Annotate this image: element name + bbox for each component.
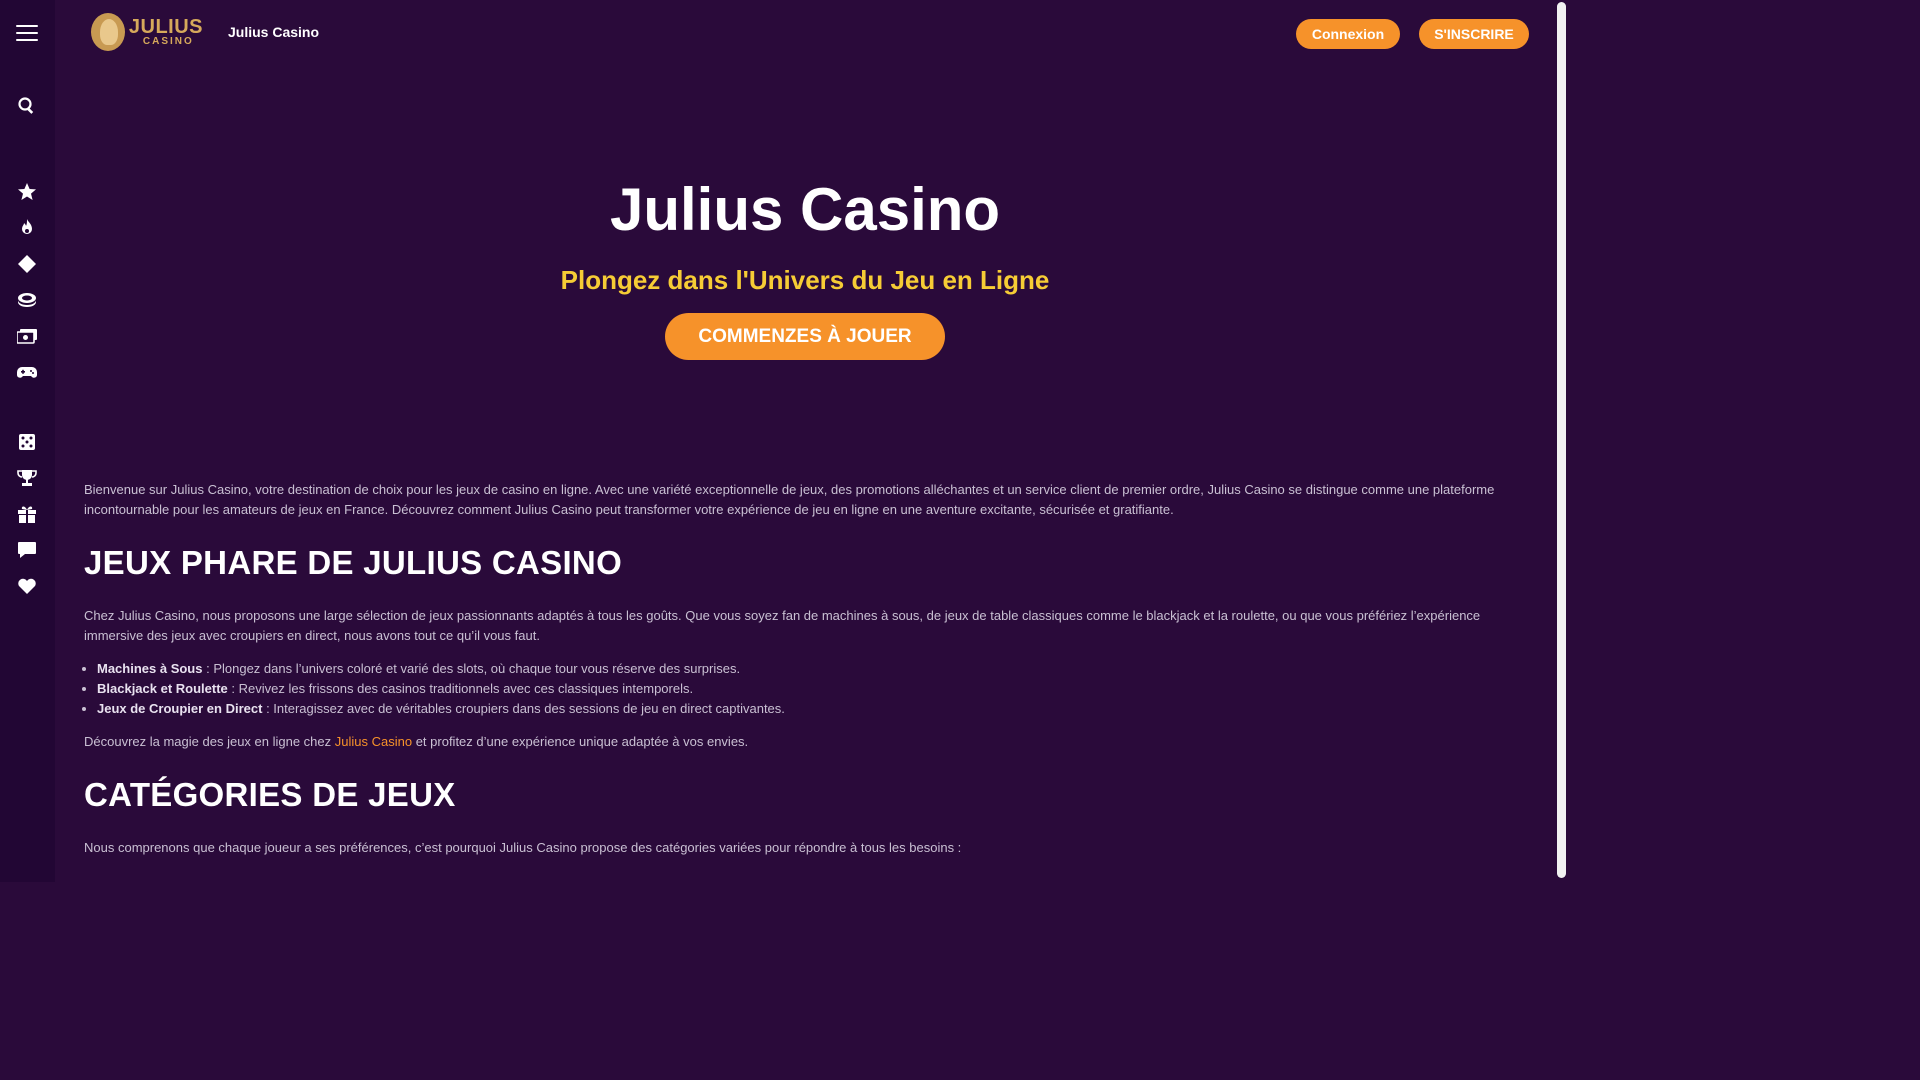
heart-icon[interactable] [16, 575, 38, 597]
gift-icon[interactable] [16, 503, 38, 525]
fire-icon[interactable] [16, 217, 38, 239]
signup-button[interactable]: S'INSCRIRE [1419, 19, 1529, 49]
logo-text: JULIUS CASINO [128, 16, 203, 47]
hero-title: Julius Casino [609, 176, 1001, 243]
featured-games-paragraph: Chez Julius Casino, nous proposons une l… [84, 608, 1481, 643]
sidebar [0, 0, 55, 882]
hero-subtitle: Plongez dans l'Univers du Jeu en Ligne [560, 265, 1050, 295]
section-title-featured-games: JEUX PHARE DE JULIUS CASINO [84, 544, 623, 581]
section-title-categories: CATÉGORIES DE JEUX [84, 776, 456, 813]
login-button[interactable]: Connexion [1296, 19, 1400, 49]
star-icon[interactable] [16, 181, 38, 203]
intro-paragraph: Bienvenue sur Julius Casino, votre desti… [84, 482, 1495, 517]
scrollbar[interactable] [1554, 0, 1568, 882]
games-list: Machines à Sous : Plongez dans l’univers… [97, 659, 1524, 719]
list-item: Machines à Sous : Plongez dans l’univers… [97, 659, 1524, 679]
dice-icon[interactable] [16, 431, 38, 453]
scrollbar-thumb[interactable] [1557, 2, 1566, 878]
money-icon[interactable] [16, 325, 38, 347]
header: JULIUS CASINO Julius Casino Connexion S'… [55, 0, 1554, 66]
main-content: Bienvenue sur Julius Casino, votre desti… [84, 480, 1524, 858]
hero: Julius Casino Plongez dans l'Univers du … [55, 160, 1555, 360]
diamond-icon[interactable] [16, 253, 38, 275]
gamepad-icon[interactable] [16, 361, 38, 383]
chat-icon[interactable] [16, 539, 38, 561]
list-item: Blackjack et Roulette : Revivez les fris… [97, 679, 1524, 699]
search-icon[interactable] [16, 95, 38, 117]
julius-casino-link[interactable]: Julius Casino [335, 734, 412, 749]
menu-icon[interactable] [16, 24, 38, 42]
closing-paragraph: Découvrez la magie des jeux en ligne che… [84, 734, 749, 749]
logo[interactable]: JULIUS CASINO [91, 12, 203, 52]
chip-icon[interactable] [16, 289, 38, 311]
list-item: Jeux de Croupier en Direct : Interagisse… [97, 699, 1524, 719]
cta-button[interactable]: COMMENZES À JOUER [665, 313, 945, 360]
logo-emblem-icon [91, 13, 125, 51]
site-name[interactable]: Julius Casino [228, 24, 319, 40]
categories-paragraph: Nous comprenons que chaque joueur a ses … [84, 840, 962, 855]
trophy-icon[interactable] [16, 467, 38, 489]
